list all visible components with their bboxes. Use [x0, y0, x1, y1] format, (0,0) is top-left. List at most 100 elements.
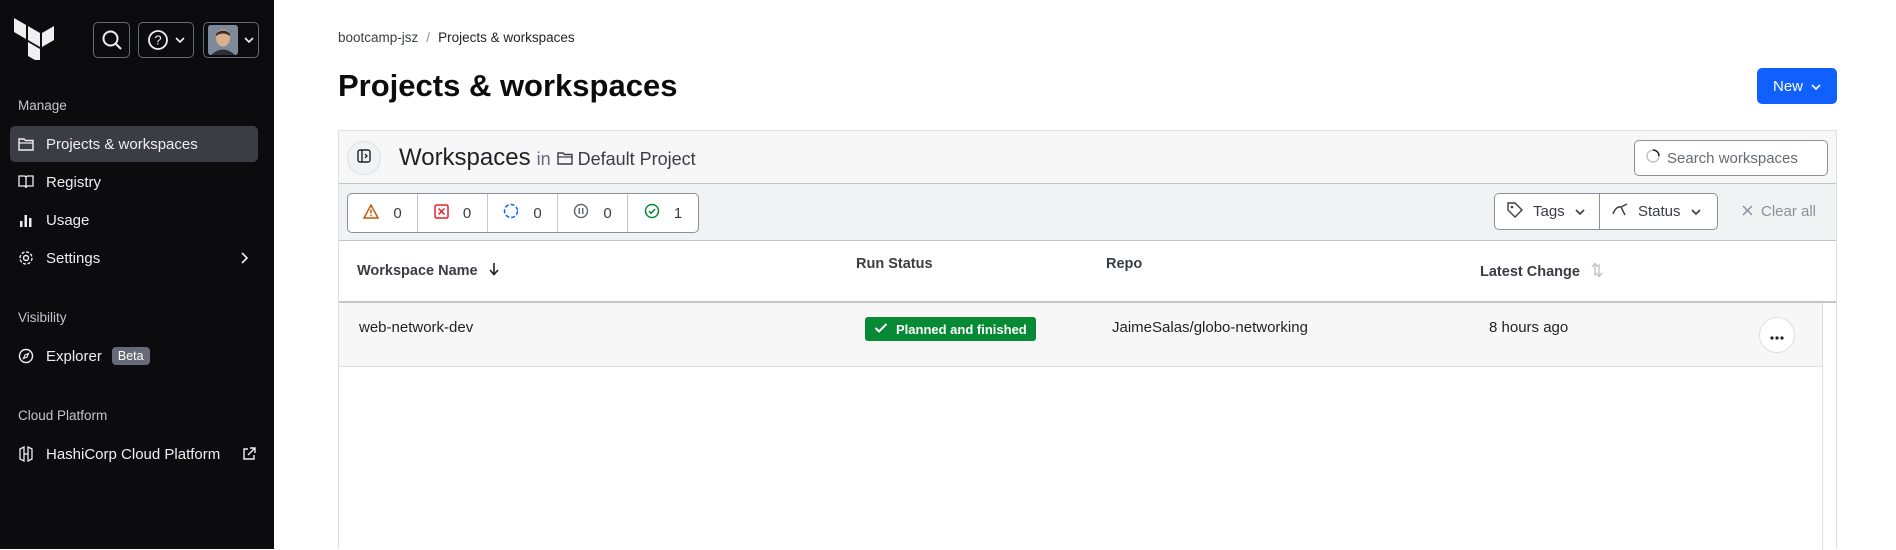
filter-controls: Tags Status Clear all — [1494, 193, 1828, 230]
paused-icon — [573, 203, 589, 223]
main-content: bootcamp-jsz / Projects & workspaces Pro… — [274, 0, 1896, 550]
column-repo: Repo — [1106, 256, 1142, 272]
scrollbar[interactable] — [1822, 303, 1836, 550]
search-icon — [101, 29, 123, 51]
status-filter-button[interactable]: Status — [1600, 193, 1718, 230]
breadcrumb-separator: / — [426, 30, 431, 45]
column-label: Workspace Name — [357, 263, 478, 279]
warning-icon — [363, 202, 380, 223]
close-icon — [1742, 203, 1753, 220]
workspaces-heading: Workspaces — [399, 144, 531, 171]
gear-icon — [18, 250, 34, 266]
new-button-label: New — [1772, 77, 1803, 95]
running-icon — [503, 203, 519, 223]
status-count-value: 0 — [603, 204, 612, 222]
chevron-down-icon — [175, 36, 185, 44]
latest-change: 8 hours ago — [1489, 319, 1569, 336]
status-count-value: 0 — [393, 204, 402, 222]
breadcrumb-org-link[interactable]: bootcamp-jsz — [338, 30, 418, 45]
project-name: Default Project — [556, 149, 696, 170]
workspaces-title: Workspaces in Default Project — [399, 144, 696, 172]
folder-icon — [18, 136, 34, 152]
status-filter-label: Status — [1638, 203, 1681, 220]
column-latest-change[interactable]: Latest Change — [1480, 262, 1604, 282]
sidebar-toggle-icon — [357, 148, 371, 168]
run-status-icon — [1612, 202, 1628, 221]
chevron-down-icon — [1690, 203, 1701, 220]
bar-chart-icon — [18, 212, 34, 228]
workspaces-header: Workspaces in Default Project Search wor… — [339, 131, 1836, 184]
table-row[interactable]: web-network-dev Planned and finished Jai… — [339, 303, 1822, 367]
sidebar-item-projects-workspaces[interactable]: Projects & workspaces — [10, 126, 258, 162]
status-count-paused[interactable]: 0 — [558, 194, 628, 232]
success-icon — [644, 203, 660, 223]
loading-icon — [1645, 148, 1661, 168]
status-count-running[interactable]: 0 — [488, 194, 558, 232]
clear-all-button[interactable]: Clear all — [1730, 193, 1828, 230]
table-header: Workspace Name Run Status Repo Latest Ch… — [339, 242, 1836, 303]
chevron-right-icon — [240, 251, 249, 268]
svg-text:?: ? — [154, 33, 161, 48]
row-actions-button[interactable] — [1759, 317, 1795, 353]
sidebar-item-settings[interactable]: Settings — [10, 240, 258, 276]
project-name-label: Default Project — [577, 149, 696, 169]
search-workspaces-input[interactable]: Search workspaces — [1634, 140, 1828, 176]
chevron-down-icon — [1811, 78, 1821, 95]
avatar — [208, 25, 238, 55]
sidebar: ? Manage Projects & workspaces Registry … — [0, 0, 274, 549]
help-icon: ? — [147, 29, 169, 51]
column-label: Latest Change — [1480, 264, 1580, 280]
filter-bar: 0 0 0 0 1 Tags Status Clear all — [339, 184, 1836, 241]
column-label: Run Status — [856, 256, 933, 272]
sort-icon — [1590, 262, 1604, 282]
sidebar-item-hcp[interactable]: HashiCorp Cloud Platform — [10, 436, 258, 472]
sidebar-item-usage[interactable]: Usage — [10, 202, 258, 238]
sidebar-item-label: Projects & workspaces — [46, 135, 198, 153]
registry-icon — [18, 174, 34, 190]
column-run-status: Run Status — [856, 256, 933, 272]
search-placeholder: Search workspaces — [1667, 149, 1798, 167]
tags-filter-button[interactable]: Tags — [1494, 193, 1600, 230]
sidebar-toggle-button[interactable] — [347, 141, 381, 175]
beta-badge: Beta — [111, 347, 150, 365]
status-badge: Planned and finished — [865, 317, 1036, 341]
search-button[interactable] — [93, 22, 130, 58]
status-count-success[interactable]: 1 — [628, 194, 698, 232]
workspace-name-link[interactable]: web-network-dev — [359, 319, 473, 336]
tags-filter-label: Tags — [1533, 203, 1565, 220]
check-icon — [874, 322, 888, 337]
user-menu-button[interactable] — [203, 22, 259, 58]
sidebar-item-label: Explorer — [46, 347, 102, 365]
in-label: in — [536, 149, 551, 169]
column-workspace-name[interactable]: Workspace Name — [357, 262, 500, 280]
status-count-warning[interactable]: 0 — [348, 194, 418, 232]
section-heading-visibility: Visibility — [18, 310, 67, 325]
section-heading-cloud-platform: Cloud Platform — [18, 408, 108, 423]
sort-descending-icon — [488, 262, 500, 280]
section-heading-manage: Manage — [18, 98, 67, 113]
breadcrumb-current: Projects & workspaces — [438, 30, 575, 45]
sidebar-item-label: Usage — [46, 211, 90, 229]
folder-icon — [556, 149, 573, 170]
status-count-value: 0 — [462, 204, 472, 222]
clear-all-label: Clear all — [1761, 203, 1817, 220]
sidebar-item-registry[interactable]: Registry — [10, 164, 258, 200]
error-icon — [434, 203, 449, 223]
status-count-value: 1 — [673, 204, 683, 222]
chevron-down-icon — [1575, 203, 1585, 220]
help-menu-button[interactable]: ? — [138, 22, 194, 58]
terraform-logo[interactable] — [14, 18, 54, 63]
repo-link[interactable]: JaimeSalas/globo-networking — [1112, 319, 1308, 336]
status-badge-label: Planned and finished — [896, 321, 1027, 337]
breadcrumb: bootcamp-jsz / Projects & workspaces — [338, 30, 575, 45]
new-button[interactable]: New — [1757, 68, 1837, 104]
status-count-error[interactable]: 0 — [418, 194, 488, 232]
compass-icon — [18, 348, 34, 364]
sidebar-item-label: HashiCorp Cloud Platform — [46, 445, 221, 463]
chevron-down-icon — [244, 36, 254, 44]
status-count-value: 0 — [533, 204, 542, 222]
sidebar-item-explorer[interactable]: Explorer Beta — [10, 338, 258, 374]
column-label: Repo — [1106, 256, 1143, 272]
sidebar-item-label: Settings — [46, 249, 101, 267]
external-link-icon — [242, 447, 256, 461]
